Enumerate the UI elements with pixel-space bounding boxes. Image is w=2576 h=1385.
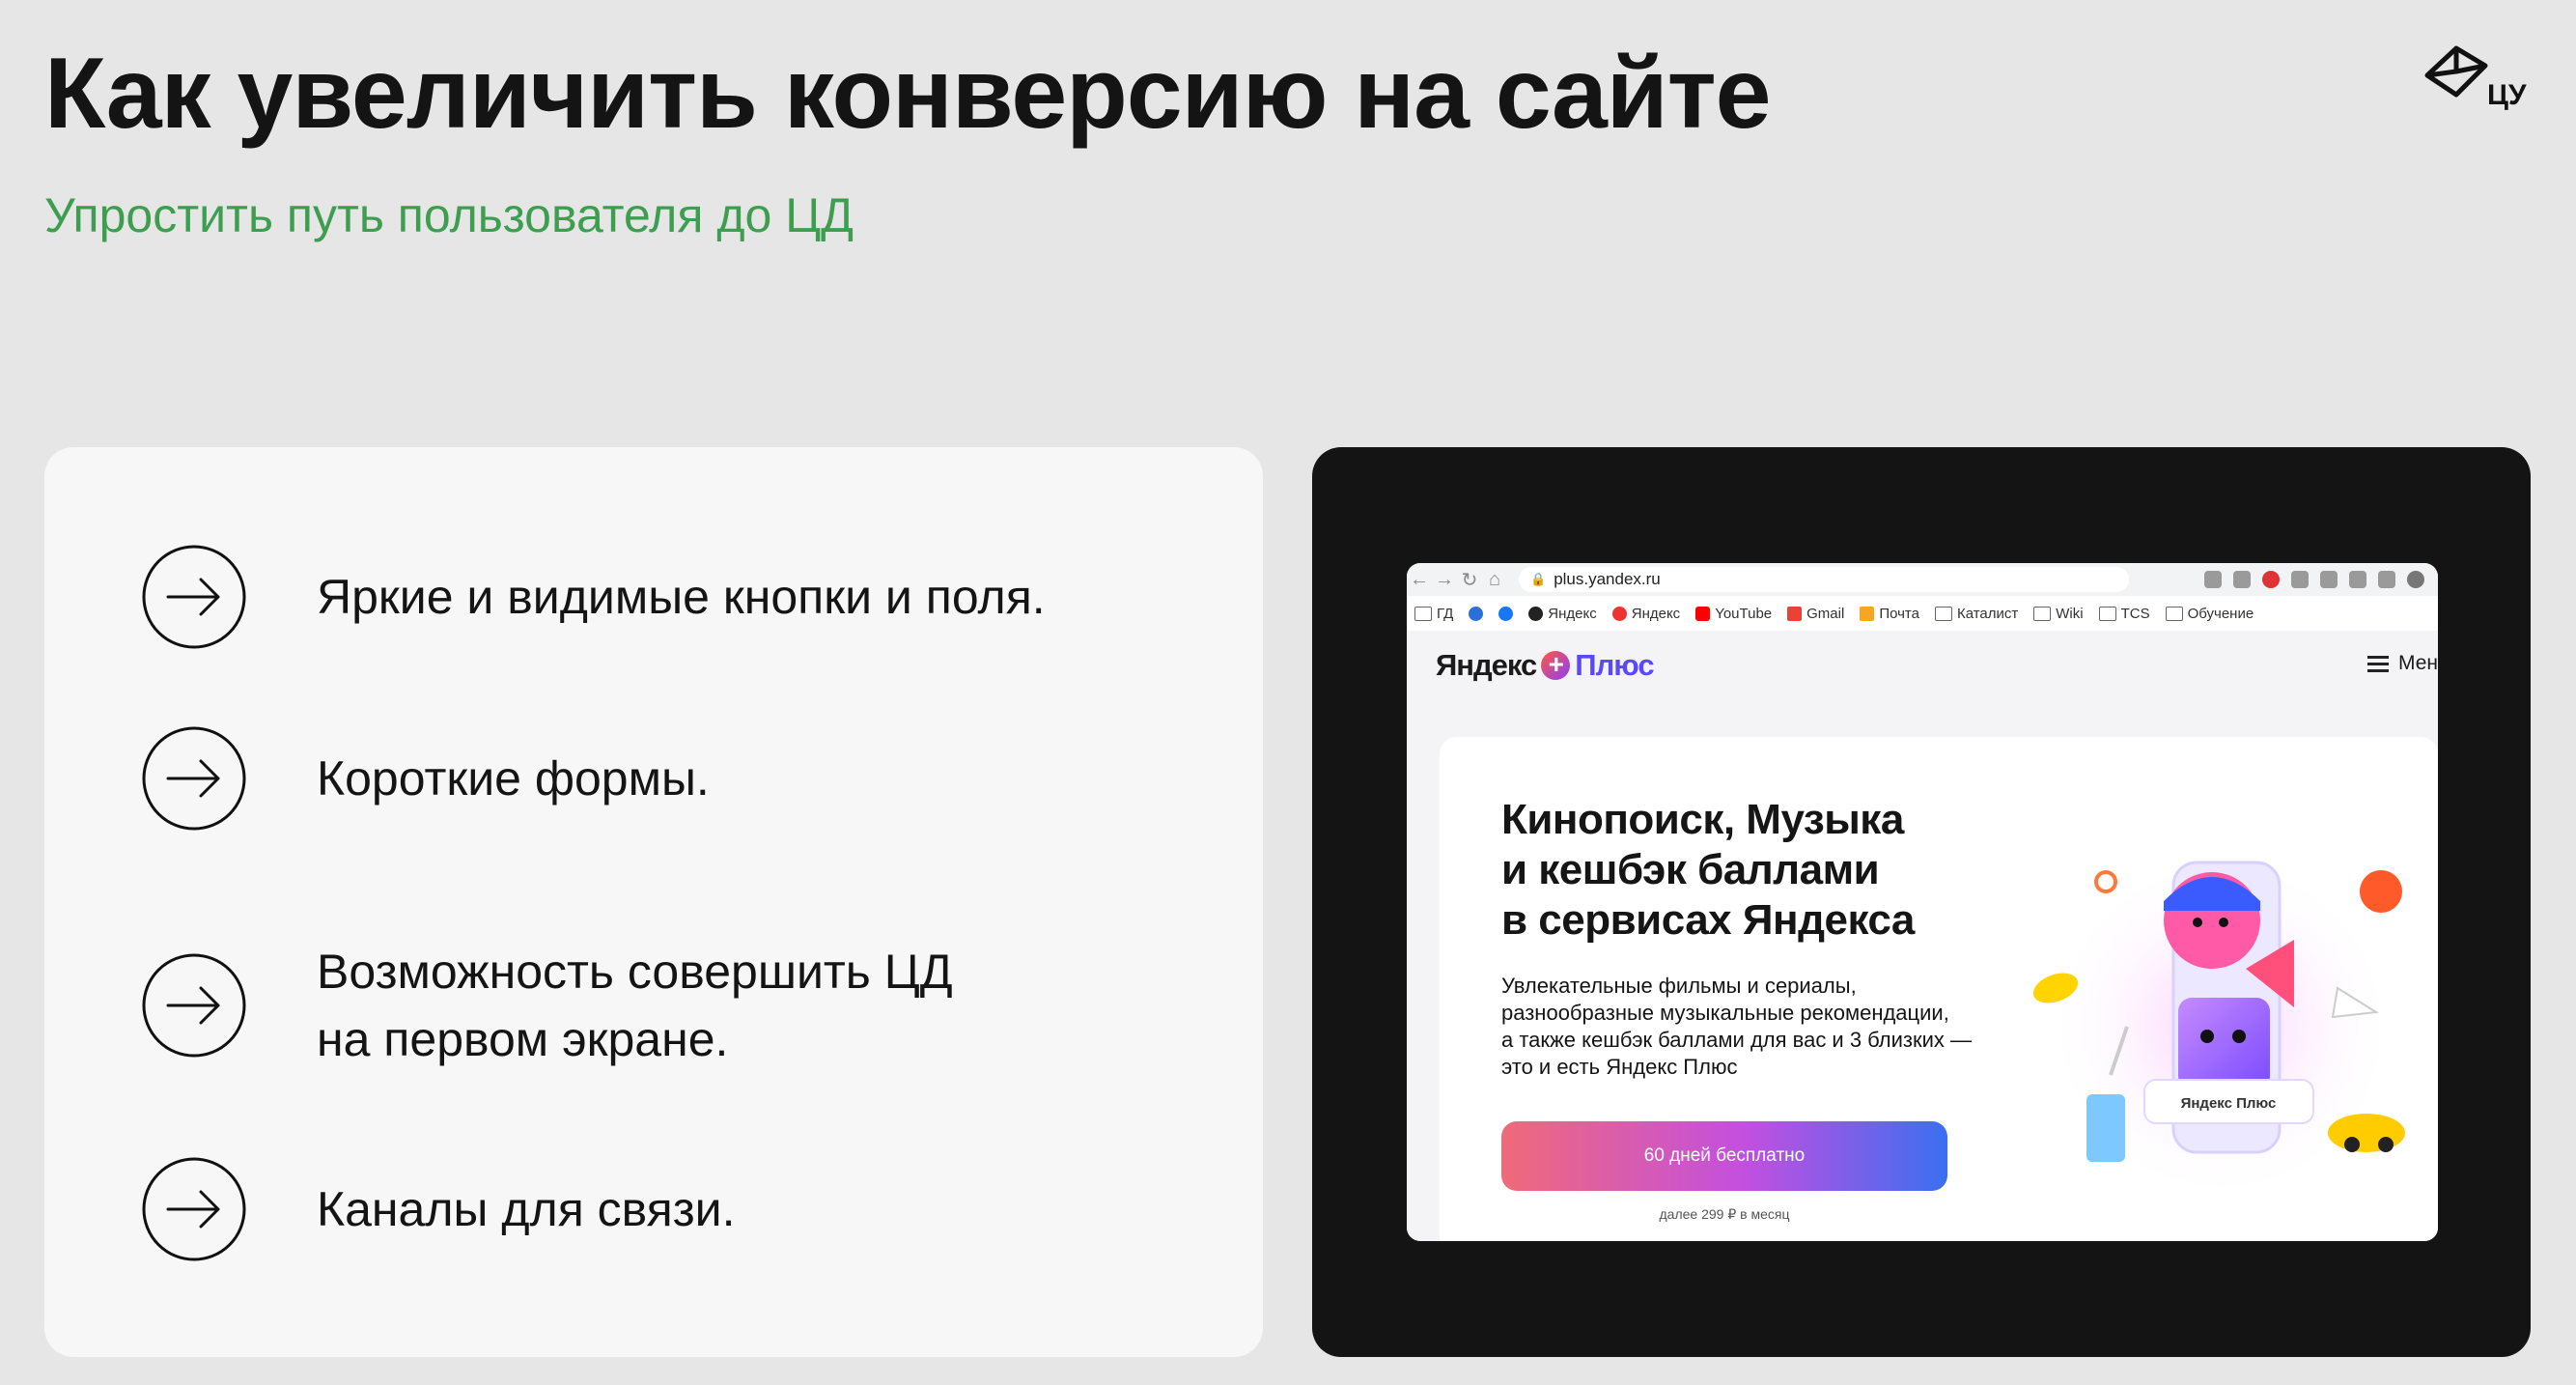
app-icon: [1469, 606, 1484, 621]
bookmark-item[interactable]: Каталист: [1934, 606, 2018, 622]
lock-icon: 🔒: [1530, 572, 1547, 586]
bookmark-item[interactable]: Gmail: [1787, 606, 1844, 622]
checklist-item-text: Короткие формы.: [317, 751, 710, 806]
checklist-item: Яркие и видимые кнопки и поля.: [141, 544, 1046, 650]
mail-icon: [1860, 606, 1875, 621]
folder-icon: [2033, 606, 2052, 621]
bookmark-item[interactable]: YouTube: [1695, 606, 1772, 622]
hero-description: Увлекательные фильмы и сериалы, разнообр…: [1501, 974, 1973, 1079]
free-trial-button[interactable]: 60 дней бесплатно: [1501, 1121, 1947, 1191]
folder-icon: [1414, 606, 1432, 621]
gmail-icon: [1787, 606, 1803, 621]
illustration-caption: Яндекс Плюс: [2181, 1095, 2277, 1112]
hero-title: Кинопоиск, Музыка и кешбэк баллами в сер…: [1501, 796, 1915, 944]
checklist-item-text: Яркие и видимые кнопки и поля.: [317, 570, 1046, 624]
brand-logo: ЦУ: [2424, 45, 2527, 111]
arrow-right-circle-icon: [142, 1157, 246, 1261]
slide-title: Как увеличить конверсию на сайте: [44, 38, 1771, 150]
address-bar-url: plus.yandex.ru: [1554, 570, 1661, 588]
checklist-item: Каналы для связи.: [141, 1156, 736, 1262]
checklist-item: Короткие формы.: [141, 725, 710, 832]
star-icon[interactable]: [2233, 571, 2251, 588]
plus-illustration: Яндекс Плюс: [2032, 853, 2405, 1201]
arrow-right-circle-icon: [142, 953, 246, 1058]
bookmarks-bar: ГД Яндекс Яндекс YouTube Gmail Почта Кат…: [1407, 596, 2438, 632]
address-bar[interactable]: 🔒 plus.yandex.ru: [1519, 567, 2129, 592]
yandex-icon: [1611, 606, 1627, 621]
share-icon[interactable]: [2204, 571, 2222, 588]
folder-icon: [2098, 606, 2116, 621]
reload-icon[interactable]: ↻: [1457, 568, 1482, 592]
arrow-right-circle-icon: [142, 545, 246, 649]
plus-icon: +: [1541, 651, 1571, 680]
checklist-item: Возможность совершить ЦД на первом экран…: [141, 938, 953, 1073]
bookmark-item[interactable]: ГД: [1414, 606, 1453, 622]
yandex-plus-logo[interactable]: Яндекс + Плюс: [1436, 648, 1655, 683]
profile-avatar[interactable]: [2407, 571, 2424, 588]
bookmark-item[interactable]: Обучение: [2165, 606, 2254, 622]
bookmark-item[interactable]: Почта: [1860, 606, 1919, 622]
browser-extensions: [2204, 571, 2438, 588]
hero-block: Кинопоиск, Музыка и кешбэк баллами в сер…: [1440, 737, 2438, 1241]
extension-icon[interactable]: [2262, 571, 2280, 588]
facebook-icon: [1498, 606, 1514, 621]
checklist-item-text: Возможность совершить ЦД на первом экран…: [317, 945, 953, 1066]
puzzle-icon[interactable]: [2349, 571, 2366, 588]
slide-subtitle: Упростить путь пользователя до ЦД: [44, 188, 854, 242]
bookmark-item[interactable]: Яндекс: [1528, 606, 1597, 622]
checklist-item-text: Каналы для связи.: [317, 1182, 736, 1236]
extension-icon[interactable]: [2291, 571, 2309, 588]
bookmark-item[interactable]: Яндекс: [1611, 606, 1680, 622]
folder-icon: [2165, 606, 2183, 621]
webpage: Яндекс + Плюс Мен Кинопоиск, Музыка и ке…: [1407, 631, 2438, 1241]
forward-icon[interactable]: →: [1432, 569, 1457, 591]
hamburger-icon: [2366, 662, 2389, 665]
arrow-right-circle-icon: [142, 726, 246, 831]
website-screenshot: ← → ↻ ⌂ 🔒 plus.yandex.ru ГД Яндекс Яндек…: [1407, 563, 2438, 1241]
back-icon[interactable]: ←: [1407, 569, 1432, 591]
sidebar-icon[interactable]: [2378, 571, 2395, 588]
yandex-icon: [1528, 606, 1544, 621]
checklist-card: Яркие и видимые кнопки и поля. Короткие …: [44, 447, 1263, 1357]
youtube-icon: [1695, 606, 1711, 621]
folder-icon: [1934, 606, 1952, 621]
bookmark-item[interactable]: [1469, 606, 1484, 621]
menu-button[interactable]: Мен: [2366, 652, 2438, 675]
extension-icon[interactable]: [2320, 571, 2338, 588]
bookmark-item[interactable]: TCS: [2098, 606, 2150, 622]
browser-toolbar: ← → ↻ ⌂ 🔒 plus.yandex.ru: [1407, 563, 2438, 596]
home-icon[interactable]: ⌂: [1482, 569, 1507, 591]
brand-logo-text: ЦУ: [2487, 79, 2527, 111]
bookmark-item[interactable]: Wiki: [2033, 606, 2084, 622]
price-note: далее 299 ₽ в месяц: [1659, 1206, 1790, 1222]
bookmark-item[interactable]: [1498, 606, 1514, 621]
